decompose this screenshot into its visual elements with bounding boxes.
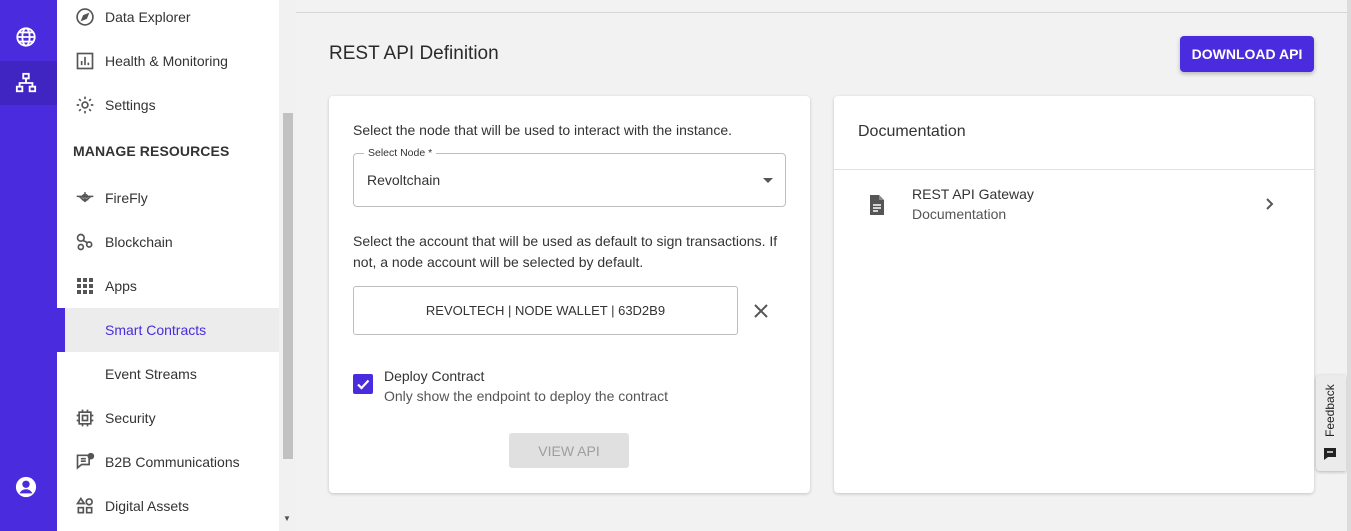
view-api-button[interactable]: VIEW API [509, 433, 629, 468]
sidebar-item-label: Smart Contracts [105, 322, 207, 338]
check-icon [357, 379, 370, 390]
sidebar-item-b2b-communications[interactable]: B2B Communications [57, 440, 279, 484]
blockchain-icon [75, 232, 95, 252]
caret-down-icon [763, 178, 773, 183]
shapes-icon [75, 496, 95, 516]
sidebar-item-label: Event Streams [105, 366, 197, 382]
sidebar-item-digital-assets[interactable]: Digital Assets [57, 484, 279, 528]
sidebar-item-label: Digital Assets [105, 498, 190, 514]
scroll-down-arrow-icon[interactable]: ▼ [283, 514, 291, 523]
sidebar-item-apps[interactable]: Apps [57, 264, 279, 308]
chat-icon [75, 452, 95, 472]
chip-icon [75, 408, 95, 428]
select-node-dropdown[interactable]: Select Node * Revoltchain [353, 147, 786, 207]
sidebar-item-label: Apps [105, 278, 137, 294]
sidebar-item-event-streams[interactable]: Event Streams [57, 352, 279, 396]
network-icon[interactable] [13, 70, 39, 96]
sidebar-scrollbar-thumb[interactable] [283, 113, 293, 459]
gear-icon [75, 95, 95, 115]
sidebar: Data Explorer Health & Monitoring Settin… [57, 0, 279, 531]
sidebar-item-label: Data Explorer [105, 9, 191, 25]
document-icon [868, 194, 886, 221]
download-api-button[interactable]: DOWNLOAD API [1180, 36, 1314, 72]
deploy-contract-subtitle: Only show the endpoint to deploy the con… [384, 388, 669, 404]
node-prompt: Select the node that will be used to int… [353, 122, 733, 138]
doc-item-subtitle: Documentation [912, 206, 1007, 222]
globe-icon[interactable] [13, 24, 39, 50]
firefly-icon [75, 188, 95, 208]
compass-icon [75, 7, 95, 27]
divider [834, 169, 1314, 170]
sidebar-item-data-explorer[interactable]: Data Explorer [57, 0, 279, 39]
api-definition-card: Select the node that will be used to int… [329, 96, 810, 493]
sidebar-item-label: Blockchain [105, 234, 173, 250]
chevron-right-icon [1261, 196, 1277, 217]
feedback-icon [1323, 447, 1337, 466]
documentation-card: Documentation REST API Gateway Documenta… [834, 96, 1314, 493]
sidebar-item-firefly[interactable]: FireFly [57, 176, 279, 220]
account-selector[interactable]: REVOLTECH | NODE WALLET | 63D2B9 [353, 286, 738, 335]
window-edge [1347, 0, 1351, 531]
select-node-label: Select Node * [364, 147, 437, 159]
sidebar-item-health-monitoring[interactable]: Health & Monitoring [57, 39, 279, 83]
select-node-value: Revoltchain [367, 172, 441, 188]
bar-chart-icon [75, 51, 95, 71]
app-rail [0, 0, 57, 531]
feedback-label: Feedback [1323, 384, 1337, 437]
apps-grid-icon [75, 276, 95, 296]
sidebar-item-settings[interactable]: Settings [57, 83, 279, 127]
sidebar-item-label: Settings [105, 97, 156, 113]
account-value: REVOLTECH | NODE WALLET | 63D2B9 [425, 303, 666, 318]
feedback-tab[interactable]: Feedback [1316, 375, 1346, 471]
sidebar-item-smart-contracts[interactable]: Smart Contracts [57, 308, 279, 352]
sidebar-item-label: FireFly [105, 190, 148, 206]
doc-item-title: REST API Gateway [912, 186, 1034, 202]
sidebar-item-label: Health & Monitoring [105, 53, 228, 69]
account-circle-icon[interactable] [13, 474, 39, 500]
sidebar-item-security[interactable]: Security [57, 396, 279, 440]
header-divider [296, 12, 1347, 13]
section-heading-manage-resources: MANAGE RESOURCES [73, 143, 230, 159]
deploy-contract-checkbox[interactable] [353, 374, 373, 394]
sidebar-item-blockchain[interactable]: Blockchain [57, 220, 279, 264]
documentation-heading: Documentation [858, 123, 966, 140]
doc-item-rest-api-gateway[interactable]: REST API Gateway Documentation [834, 176, 1314, 234]
sidebar-item-label: B2B Communications [105, 454, 240, 470]
close-icon[interactable] [751, 301, 771, 321]
sidebar-item-label: Security [105, 410, 156, 426]
account-prompt: Select the account that will be used as … [353, 233, 778, 270]
deploy-contract-title: Deploy Contract [384, 368, 485, 384]
page-title: REST API Definition [329, 43, 499, 64]
